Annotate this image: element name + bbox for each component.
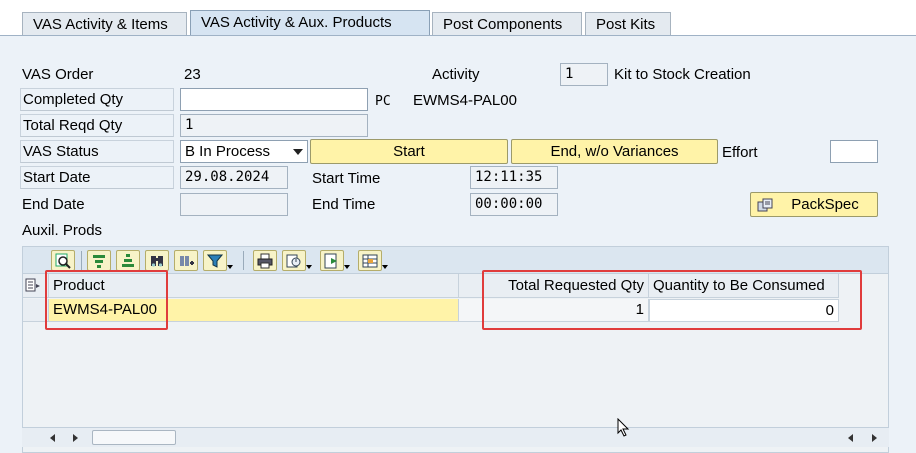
tab-label: VAS Activity & Items: [33, 16, 168, 33]
tab-vas-activity-items[interactable]: VAS Activity & Items: [22, 12, 187, 36]
scroll-right-icon[interactable]: [73, 434, 78, 442]
horizontal-scrollbar[interactable]: [22, 427, 889, 447]
find-next-button[interactable]: [174, 250, 198, 271]
tab-post-kits[interactable]: Post Kits: [585, 12, 671, 36]
cell-qty-to-be-consumed[interactable]: 0: [649, 299, 839, 322]
cell-total-requested-qty: 1: [459, 299, 649, 322]
end-time-field: 00:00:00: [470, 193, 558, 216]
total-reqd-qty-label-text: Total Reqd Qty: [23, 117, 123, 134]
sort-descending-button[interactable]: [116, 250, 140, 271]
start-date-field: 29.08.2024: [180, 166, 288, 189]
export-button[interactable]: [320, 250, 350, 271]
vas-status-label-text: VAS Status: [23, 143, 99, 160]
end-date-label: End Date: [22, 196, 85, 213]
sort-ascending-icon: [93, 255, 105, 268]
product-code: EWMS4-PAL00: [413, 92, 517, 109]
magnifier-icon: [55, 253, 71, 269]
toolbar-separator: [243, 251, 244, 270]
mouse-cursor-icon: [617, 418, 630, 437]
start-date-label-text: Start Date: [23, 169, 91, 186]
unit-label: PC: [375, 94, 391, 109]
start-time-label: Start Time: [312, 170, 381, 187]
column-header-total-requested-qty[interactable]: Total Requested Qty: [459, 274, 649, 298]
vas-status-label: VAS Status: [20, 140, 174, 163]
auxiliary-products-table: Product Total Requested Qty Quantity to …: [22, 273, 889, 453]
chevron-down-icon: [382, 265, 388, 269]
binoculars-icon: [151, 256, 163, 267]
filter-button[interactable]: [203, 250, 233, 271]
select-all-icon[interactable]: [23, 274, 49, 298]
scroll-thumb[interactable]: [92, 430, 176, 445]
completed-qty-input[interactable]: [180, 88, 368, 111]
views-button[interactable]: [282, 250, 312, 271]
find-next-icon: [180, 256, 194, 266]
vas-status-dropdown[interactable]: B In Process: [180, 140, 308, 163]
end-time-label: End Time: [312, 196, 376, 213]
chevron-down-icon: [293, 149, 303, 155]
start-time-field: 12:11:35: [470, 166, 558, 189]
activity-description: Kit to Stock Creation: [614, 66, 751, 83]
end-without-variances-button[interactable]: End, w/o Variances: [511, 139, 718, 164]
print-button[interactable]: [253, 250, 277, 271]
packspec-icon: [757, 198, 773, 212]
filter-icon: [207, 254, 223, 268]
print-icon: [257, 253, 273, 269]
cell-product[interactable]: EWMS4-PAL00: [49, 299, 459, 322]
vas-order-label: VAS Order: [22, 66, 94, 83]
column-header-qty-to-be-consumed[interactable]: Quantity to Be Consumed: [649, 274, 839, 298]
end-date-field: [180, 193, 288, 216]
layout-button[interactable]: [358, 250, 388, 271]
start-button[interactable]: Start: [310, 139, 508, 164]
vas-order-value: 23: [184, 66, 201, 83]
effort-label: Effort: [722, 144, 758, 161]
views-icon: [286, 254, 301, 268]
scroll-right-icon[interactable]: [872, 434, 877, 442]
packspec-label: PackSpec: [791, 196, 859, 213]
activity-label: Activity: [432, 66, 480, 83]
scroll-left-icon[interactable]: [848, 434, 853, 442]
row-selector[interactable]: [23, 299, 49, 322]
tab-label: VAS Activity & Aux. Products: [201, 14, 392, 31]
tab-vas-activity-aux-products[interactable]: VAS Activity & Aux. Products: [190, 10, 430, 37]
start-date-label: Start Date: [20, 166, 174, 189]
layout-grid-icon: [362, 254, 378, 268]
vas-status-value: B In Process: [185, 143, 271, 160]
auxil-prods-label: Auxil. Prods: [22, 222, 103, 239]
tab-label: Post Components: [443, 16, 563, 33]
details-button[interactable]: [51, 250, 75, 271]
sort-descending-icon: [122, 254, 134, 267]
scroll-left-icon[interactable]: [50, 434, 55, 442]
find-button[interactable]: [145, 250, 169, 271]
chevron-down-icon: [227, 265, 233, 269]
completed-qty-label-text: Completed Qty: [23, 91, 124, 108]
toolbar-separator: [81, 251, 82, 270]
activity-field: 1: [560, 63, 608, 86]
column-header-product[interactable]: Product: [49, 274, 459, 298]
grid-toolbar: [22, 246, 889, 274]
export-icon: [324, 253, 337, 269]
sort-ascending-button[interactable]: [87, 250, 111, 271]
tab-strip: VAS Activity & Items VAS Activity & Aux.…: [0, 0, 916, 58]
tab-post-components[interactable]: Post Components: [432, 12, 582, 36]
effort-input[interactable]: [830, 140, 878, 163]
chevron-down-icon: [344, 265, 350, 269]
total-reqd-qty-field: 1: [180, 114, 368, 137]
completed-qty-label: Completed Qty: [20, 88, 174, 111]
tab-label: Post Kits: [596, 16, 656, 33]
total-reqd-qty-label: Total Reqd Qty: [20, 114, 174, 137]
chevron-down-icon: [306, 265, 312, 269]
packspec-button[interactable]: PackSpec: [750, 192, 878, 217]
